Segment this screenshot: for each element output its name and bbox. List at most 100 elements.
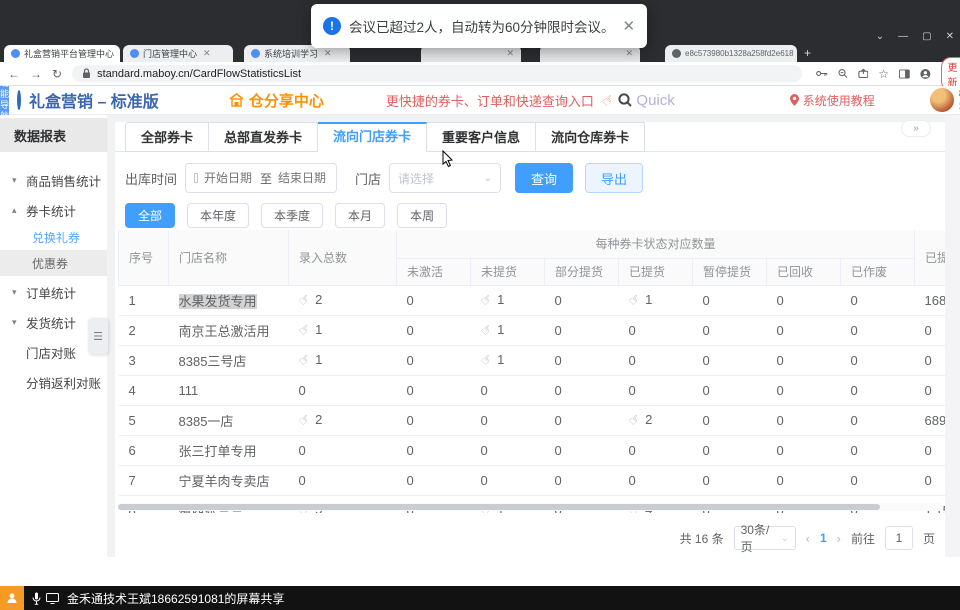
page-size-value: 30条/页 (741, 521, 781, 555)
cell-count-link[interactable]: ☞1 (471, 285, 545, 315)
outbound-time-label: 出库时间 (125, 169, 177, 188)
export-button[interactable]: 导出 (585, 163, 643, 193)
end-date-input[interactable] (278, 171, 328, 185)
store-name: 张三打单专用 (179, 444, 257, 459)
sidebar-item-rebate-reconciliation[interactable]: 分销返利对账 (0, 368, 107, 396)
maximize-button[interactable]: ▢ (922, 31, 931, 42)
store-name: 水果发货专用 (179, 294, 257, 309)
gap (107, 115, 960, 122)
sidebar-item-product-sales[interactable]: ▾ 商品销售统计 (0, 166, 107, 194)
tab-key-customer-info[interactable]: 重要客户信息 (427, 122, 536, 152)
cell-count-link[interactable]: ☞2 (289, 405, 397, 435)
tab-close-icon[interactable]: ✕ (625, 48, 633, 59)
search-button[interactable]: 查询 (515, 163, 573, 193)
browser-tab-1[interactable]: 礼盒营销平台管理中心 ✕ (4, 45, 120, 62)
cell-value: 0 (841, 405, 915, 435)
url-bar: ← → ↻ standard.maboy.cn/CardFlowStatisti… (0, 62, 960, 86)
cell-value: 0 (545, 435, 619, 465)
search-icon[interactable] (618, 93, 632, 107)
tab-hq-direct-cards[interactable]: 总部直发券卡 (209, 122, 318, 152)
forward-icon[interactable]: → (30, 68, 42, 80)
date-range-picker[interactable]: 至 (185, 163, 337, 193)
quick-filter-all[interactable]: 全部 (125, 203, 175, 228)
current-page-number[interactable]: 1 (820, 531, 827, 545)
filter-row: 出库时间 至 门店 请选择 ⌄ 查询 导出 (125, 163, 643, 193)
cell-value: 0 (841, 285, 915, 315)
horizontal-scrollbar[interactable] (118, 503, 943, 511)
scrollbar-thumb[interactable] (118, 504, 880, 510)
browser-tab-6[interactable]: e8c573980b1328a258fd2e618 ✕ (665, 45, 797, 62)
main-area: 数据报表 ▾ 商品销售统计 ▴ 券卡统计 兑换礼券 优惠券 ▾ 订单统计 ▾ 发… (0, 115, 960, 585)
tab-warehouse-flow-cards[interactable]: 流向仓库券卡 (536, 122, 645, 152)
goto-label: 前往 (851, 530, 875, 547)
cell-count-link[interactable]: ☞1 (471, 315, 545, 345)
sidebar-collapse-handle[interactable]: ☰ (88, 318, 108, 354)
tab-close-icon[interactable]: ✕ (506, 48, 514, 59)
quick-filter-week[interactable]: 本周 (397, 203, 447, 228)
quick-filter-month[interactable]: 本月 (335, 203, 385, 228)
date-to-label: 至 (260, 170, 272, 187)
cell-value: 689.0 (915, 405, 945, 435)
profile-icon[interactable] (920, 68, 931, 80)
quick-filter-quarter[interactable]: 本季度 (261, 203, 323, 228)
tab-close-icon[interactable]: ✕ (203, 48, 211, 59)
sidebar-item-order-stats[interactable]: ▾ 订单统计 (0, 278, 107, 306)
cell-count-link[interactable]: ☞2 (289, 285, 397, 315)
prev-page-icon[interactable]: ‹ (806, 531, 810, 546)
cell-count-link[interactable]: ☞1 (619, 285, 693, 315)
tutorial-link[interactable]: 系统使用教程 (790, 92, 875, 109)
quick-filter-year[interactable]: 本年度 (187, 203, 249, 228)
new-tab-button[interactable]: + (804, 46, 811, 60)
tab-all-cards[interactable]: 全部券卡 (125, 122, 209, 152)
cell-value: 0 (767, 375, 841, 405)
user-avatar[interactable] (930, 88, 954, 112)
cell-value: 0 (619, 315, 693, 345)
url-text: standard.maboy.cn/CardFlowStatisticsList (97, 68, 301, 80)
reload-icon[interactable]: ↻ (52, 68, 62, 80)
globe-icon (672, 49, 681, 58)
screen-icon[interactable] (46, 593, 59, 604)
page-size-select[interactable]: 30条/页 ⌄ (734, 526, 796, 550)
data-table: 序号 门店名称 录入总数 每种券卡状态对应数量 已提货 未激活未提货部分提货已提… (118, 230, 945, 513)
tab-store-flow-cards[interactable]: 流向门店券卡 (318, 122, 427, 152)
share-icon[interactable] (858, 68, 869, 79)
zoom-icon[interactable] (838, 68, 848, 79)
goto-page-input[interactable] (885, 526, 913, 550)
address-field[interactable]: standard.maboy.cn/CardFlowStatisticsList (72, 65, 802, 82)
function-nav-button[interactable]: 功能导航 (0, 86, 9, 115)
tab-close-icon[interactable]: ✕ (324, 48, 332, 59)
cell-count-link[interactable]: ☞1 (289, 315, 397, 345)
start-date-input[interactable] (204, 171, 254, 185)
side-panel-icon[interactable] (899, 69, 910, 79)
key-icon[interactable] (816, 69, 828, 78)
app-title: 礼盒营销 – 标准版 (29, 88, 159, 112)
close-button[interactable]: ✕ (946, 31, 954, 42)
microphone-icon[interactable] (32, 592, 41, 605)
table-body: 1水果发货专用☞20☞10☞1000168.02南京王总激活用☞10☞10000… (119, 285, 946, 513)
bookmark-star-icon[interactable]: ☆ (878, 67, 889, 81)
cell-value: 0 (693, 285, 767, 315)
table-row: 38385三号店☞10☞1000000 (119, 345, 946, 375)
cell-value: 0 (693, 315, 767, 345)
location-pin-icon (790, 94, 799, 106)
cell-count-link[interactable]: ☞2 (619, 405, 693, 435)
cell-value: 168.0 (915, 285, 945, 315)
collapse-panel-button[interactable]: » (901, 120, 931, 137)
tab-search-icon[interactable]: ⌄ (876, 31, 884, 42)
minimize-button[interactable]: — (898, 31, 908, 42)
browser-tab-2[interactable]: 门店管理中心 ✕ (123, 45, 233, 62)
cell-index: 4 (119, 375, 169, 405)
back-icon[interactable]: ← (8, 68, 20, 80)
sidebar-item-discount-coupon[interactable]: 优惠券 (0, 250, 107, 276)
cell-count-link[interactable]: ☞1 (471, 345, 545, 375)
sidebar-item-card-stats[interactable]: ▴ 券卡统计 (0, 196, 107, 224)
cell-value: 0 (619, 345, 693, 375)
quick-search-label[interactable]: Quick (636, 92, 674, 109)
sidebar-item-label: 门店对账 (26, 343, 76, 362)
next-page-icon[interactable]: › (837, 531, 841, 546)
cell-count-link[interactable]: ☞1 (289, 345, 397, 375)
share-center-link[interactable]: 仓分享中心 (229, 90, 324, 111)
cell-value: 0 (397, 465, 471, 495)
sidebar-item-exchange-coupon[interactable]: 兑换礼券 (0, 224, 107, 250)
toast-close-icon[interactable]: ✕ (623, 17, 636, 35)
